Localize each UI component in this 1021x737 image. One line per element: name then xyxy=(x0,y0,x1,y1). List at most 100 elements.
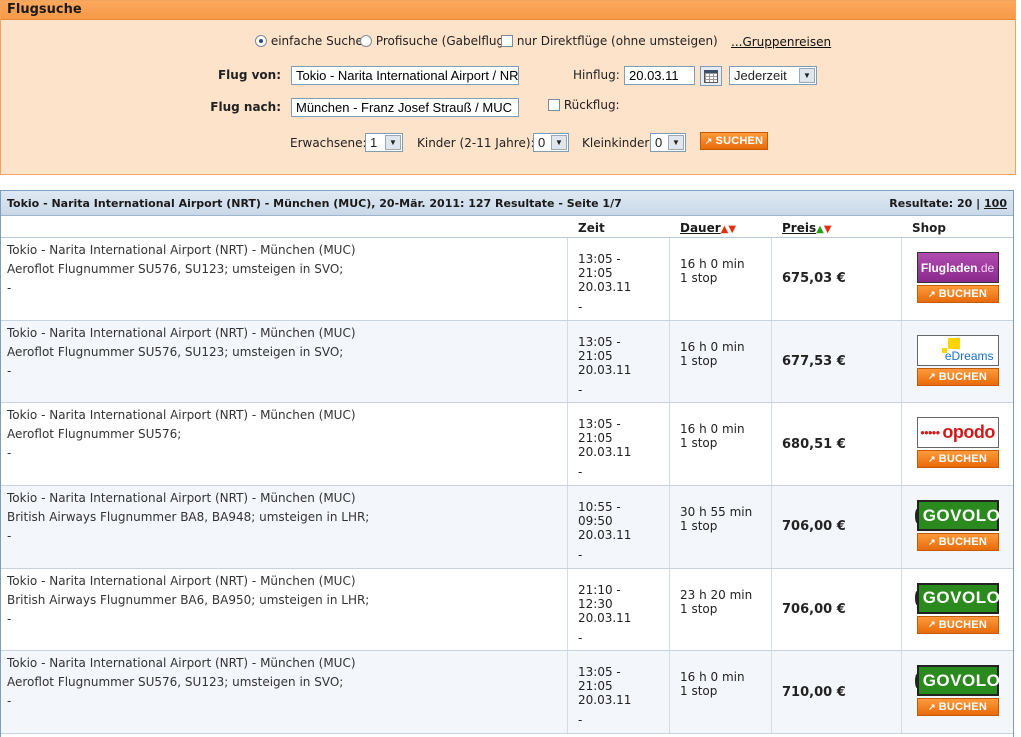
outbound-time-select[interactable]: Jederzeit ▼ xyxy=(729,66,817,85)
duration-text: 30 h 55 min xyxy=(680,505,753,520)
route-text: Tokio - Narita International Airport (NR… xyxy=(7,325,356,340)
stops-text: 1 stop xyxy=(680,436,718,451)
shop-logo-opodo[interactable]: ●●●●● opodo xyxy=(916,417,999,449)
book-button[interactable]: ↗ BUCHEN xyxy=(916,615,999,634)
logo-dots-icon: ●●●●● xyxy=(920,428,940,438)
price-cell: 706,00 € xyxy=(772,568,902,651)
infants-select[interactable]: 0 ▼ xyxy=(650,133,686,152)
results-header: Tokio - Narita International Airport (NR… xyxy=(1,191,1013,216)
table-row: Tokio - Narita International Airport (NR… xyxy=(1,403,1013,487)
shop-logo-govolo[interactable]: GOVOLO xyxy=(914,665,1001,697)
time-cell: 13:05 - 21:05 20.03.11 - xyxy=(568,238,670,320)
flight-date: 20.03.11 xyxy=(578,693,632,708)
book-button[interactable]: ↗ BUCHEN xyxy=(916,367,999,386)
radio-simple-label: einfache Suche xyxy=(270,34,363,48)
outbound-date-input[interactable]: 20.03.11 xyxy=(624,66,695,85)
book-button[interactable]: ↗ BUCHEN xyxy=(916,698,999,717)
route-text: Tokio - Narita International Airport (NR… xyxy=(7,573,356,588)
route-cell: Tokio - Narita International Airport (NR… xyxy=(1,403,568,486)
direct-flights-option[interactable]: nur Direktflüge (ohne umsteigen) xyxy=(501,34,718,48)
price-cell: 710,00 € xyxy=(772,651,902,734)
shop-logo-edreams[interactable]: eDreams xyxy=(916,334,999,366)
per-page-current: Resultate: 20 xyxy=(889,196,973,210)
sort-price-link[interactable]: Preis xyxy=(782,221,816,235)
shop-logo-govolo[interactable]: GOVOLO xyxy=(914,582,1001,614)
table-row: Tokio - Narita International Airport (NR… xyxy=(1,238,1013,321)
adults-label: Erwachsene: xyxy=(290,136,367,150)
to-label: Flug nach: xyxy=(210,100,281,114)
stops-text: 1 stop xyxy=(680,519,718,534)
return-flight-checkbox[interactable] xyxy=(548,99,560,111)
shop-cell: eDreams ↗ BUCHEN xyxy=(902,321,1013,403)
book-button-label: BUCHEN xyxy=(938,701,987,714)
sort-asc-icon[interactable]: ▲ xyxy=(721,224,729,235)
time-extra: - xyxy=(578,548,583,563)
shop-logo-govolo[interactable]: GOVOLO xyxy=(914,500,1000,532)
direct-flights-checkbox[interactable] xyxy=(501,35,513,47)
price-cell: 675,03 € xyxy=(772,238,902,320)
radio-pro[interactable] xyxy=(360,35,372,47)
logo-text: GOVOLO xyxy=(922,670,1001,690)
route-text: Tokio - Narita International Airport (NR… xyxy=(7,408,356,423)
time-range: 13:05 - 21:05 xyxy=(578,252,621,280)
time-range: 10:55 - 09:50 xyxy=(578,500,621,529)
route-extra: - xyxy=(7,281,12,295)
logo-text: GOVOLO xyxy=(922,588,1001,608)
arrow-icon: ↗ xyxy=(927,701,936,712)
route-cell: Tokio - Narita International Airport (NR… xyxy=(1,651,568,734)
col-duration[interactable]: Dauer ▲ ▼ xyxy=(670,216,772,237)
per-page-100-link[interactable]: 100 xyxy=(984,197,1007,210)
adults-select[interactable]: 1 ▼ xyxy=(365,133,403,152)
col-route xyxy=(1,216,568,237)
time-range: 13:05 - 21:05 xyxy=(578,665,621,694)
flight-date: 20.03.11 xyxy=(578,528,632,543)
radio-pro-search[interactable]: Profisuche (Gabelflug) xyxy=(360,34,509,48)
logo-text-suffix: .de xyxy=(977,260,995,275)
shop-cell: GOVOLO ↗ BUCHEN xyxy=(902,486,1013,568)
arrow-icon: ↗ xyxy=(927,619,936,630)
flight-detail: Aeroflot Flugnummer SU576, SU123; umstei… xyxy=(7,262,344,276)
book-button[interactable]: ↗ BUCHEN xyxy=(916,450,999,469)
shop-cell: GOVOLO ↗ BUCHEN xyxy=(902,651,1013,733)
sort-asc-icon[interactable]: ▲ xyxy=(816,224,824,235)
col-time: Zeit xyxy=(578,221,605,235)
radio-simple-search[interactable]: einfache Suche xyxy=(255,34,363,48)
sort-duration-link[interactable]: Dauer xyxy=(680,221,721,235)
children-select[interactable]: 0 ▼ xyxy=(533,133,569,152)
children-value: 0 xyxy=(538,135,546,150)
duration-cell: 16 h 0 min 1 stop xyxy=(670,651,772,734)
flight-detail: British Airways Flugnummer BA8, BA948; u… xyxy=(7,510,370,525)
group-travel-link[interactable]: ...Gruppenreisen xyxy=(731,35,831,49)
flight-date: 20.03.11 xyxy=(578,280,632,294)
book-button[interactable]: ↗ BUCHEN xyxy=(916,285,999,303)
return-flight-option[interactable]: Rückflug: xyxy=(548,98,620,112)
calendar-icon xyxy=(704,69,718,83)
duration-text: 16 h 0 min xyxy=(680,339,745,354)
adults-value: 1 xyxy=(370,135,378,150)
shop-logo-flugladen[interactable]: Flugladen .de xyxy=(916,252,999,283)
stops-text: 1 stop xyxy=(680,601,718,616)
route-cell: Tokio - Narita International Airport (NR… xyxy=(1,568,568,651)
search-title: Flugsuche xyxy=(1,1,1015,20)
to-input[interactable]: München - Franz Josef Strauß / MUC xyxy=(291,98,519,117)
flight-detail: British Airways Flugnummer BA6, BA950; u… xyxy=(7,592,370,607)
book-button[interactable]: ↗ BUCHEN xyxy=(916,533,999,552)
sort-desc-icon[interactable]: ▼ xyxy=(728,224,736,235)
results-summary: Tokio - Narita International Airport (NR… xyxy=(7,196,622,210)
infants-label: Kleinkinder: xyxy=(582,136,654,150)
price-cell: 706,00 € xyxy=(772,486,902,568)
calendar-button[interactable] xyxy=(700,66,722,86)
search-button[interactable]: ↗ SUCHEN xyxy=(700,132,768,150)
radio-simple[interactable] xyxy=(255,35,267,47)
price-text: 677,53 € xyxy=(782,354,846,370)
stops-text: 1 stop xyxy=(680,271,718,285)
duration-text: 16 h 0 min xyxy=(680,670,745,685)
stops-text: 1 stop xyxy=(680,684,718,699)
price-text: 680,51 € xyxy=(782,436,846,452)
arrow-icon: ↗ xyxy=(704,135,713,146)
time-extra: - xyxy=(578,382,583,397)
from-input[interactable]: Tokio - Narita International Airport / N… xyxy=(291,66,519,85)
chevron-down-icon: ▼ xyxy=(385,135,401,150)
sort-desc-icon[interactable]: ▼ xyxy=(824,224,832,235)
col-price[interactable]: Preis ▲ ▼ xyxy=(772,216,902,237)
